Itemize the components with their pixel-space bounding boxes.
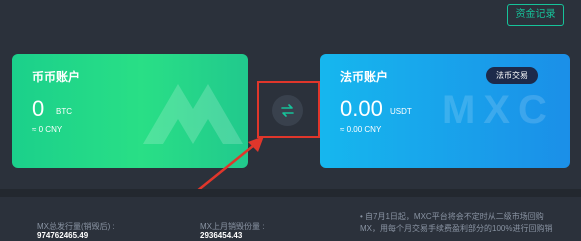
fiat-account-title: 法币账户 (340, 70, 389, 84)
fiat-account-amount: 0.00 (340, 96, 383, 121)
notice-line-2: MX，用每个月交易手续费盈利部分的100%进行回购销 (360, 224, 553, 233)
top-bar: 资金记录 (0, 0, 581, 41)
coin-account-unit: BTC (56, 107, 72, 116)
coin-account-title: 币币账户 (32, 70, 81, 84)
fiat-account-approx: ≈ 0.00 CNY (340, 125, 382, 134)
fiat-account-card[interactable]: MXC 法币账户 法币交易 0.00 USDT ≈ 0.00 CNY (320, 54, 570, 168)
section-divider (0, 189, 581, 197)
fiat-account-unit: USDT (390, 107, 412, 116)
coin-account-approx: ≈ 0 CNY (32, 125, 63, 134)
fiat-trade-button[interactable]: 法币交易 (486, 67, 538, 84)
coin-account-amount: 0 (32, 96, 45, 121)
buyback-notice: • 自7月1日起，MXC平台将会不定时从二级市场回购 MX，用每个月交易手续费盈… (360, 211, 575, 235)
last-month-burn-value: 2936454.43 (200, 231, 243, 240)
mxc-watermark-text: MXC (442, 88, 555, 132)
notice-line-1: • 自7月1日起，MXC平台将会不定时从二级市场回购 (360, 212, 544, 221)
fund-records-button[interactable]: 资金记录 (507, 4, 564, 26)
total-issue-value: 974762465.49 (37, 231, 89, 240)
swap-arrows-icon (281, 104, 294, 117)
transfer-swap-button[interactable] (272, 95, 303, 126)
